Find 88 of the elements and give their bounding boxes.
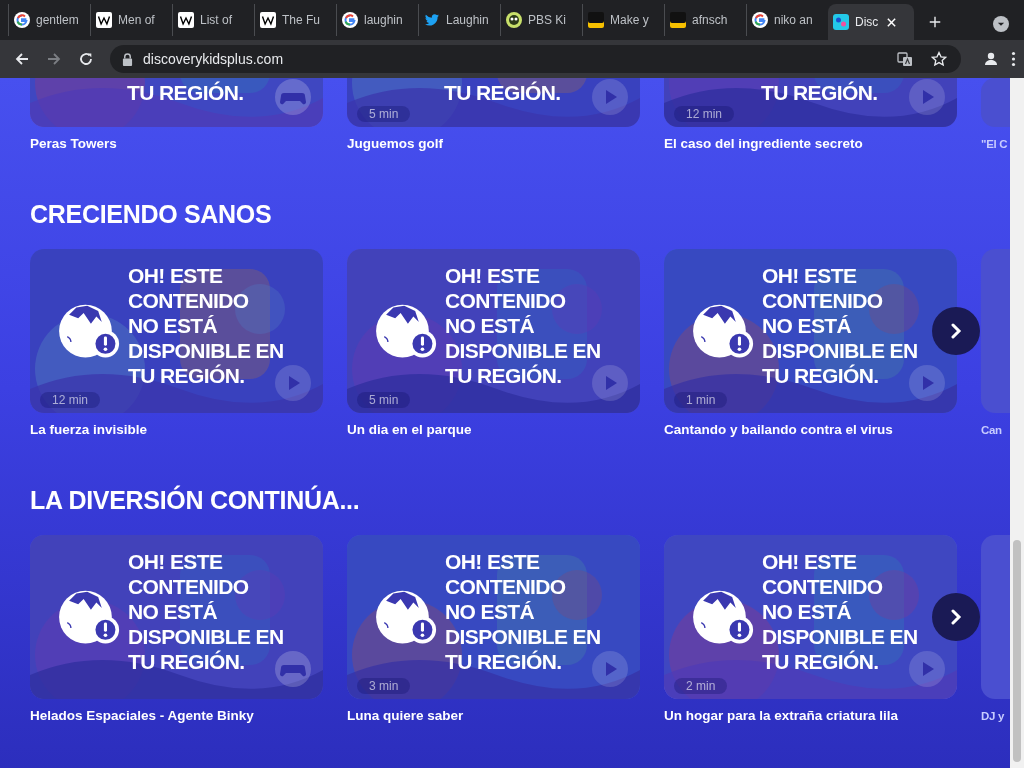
section-heading: CRECIENDO SANOS — [30, 199, 273, 229]
bird-icon — [424, 12, 440, 28]
section-heading: LA DIVERSIÓN CONTINÚA... — [30, 485, 361, 515]
unavailable-message: TU REGIÓN. — [127, 80, 244, 105]
browser-tab[interactable]: Men of — [90, 4, 170, 36]
translate-icon[interactable] — [897, 51, 913, 67]
unavailable-message: OH! ESTE CONTENIDO NO ESTÁ DISPONIBLE EN TU REGIÓN. — [445, 262, 601, 388]
video-card[interactable]: TU REGIÓN. — [30, 78, 323, 127]
reload-icon[interactable] — [78, 51, 94, 67]
pbs-icon — [506, 12, 522, 28]
video-title[interactable]: Juguemos golf — [347, 136, 640, 152]
unavailable-message: OH! ESTE CONTENIDO NO ESTÁ DISPONIBLE EN TU REGIÓN. — [128, 262, 284, 388]
video-card[interactable]: TU REGIÓN. 12 min — [664, 78, 957, 127]
next-button[interactable] — [932, 307, 980, 355]
browser-tab[interactable]: Make y — [582, 4, 662, 36]
video-title[interactable]: El caso del ingrediente secreto — [664, 136, 957, 152]
browser-tab[interactable]: PBS Ki — [500, 4, 580, 36]
play-icon[interactable] — [909, 365, 945, 401]
browser-tab[interactable]: niko an — [746, 4, 826, 36]
unavailable-message: TU REGIÓN. — [444, 80, 561, 105]
duration-label: 5 min — [357, 106, 411, 122]
video-title[interactable]: DJ y — [981, 708, 1010, 724]
video-title[interactable]: "El C — [981, 136, 1010, 152]
video-title[interactable]: Un hogar para la extraña criatura lila — [664, 708, 957, 724]
unavailable-message: OH! ESTE CONTENIDO NO ESTÁ DISPONIBLE EN TU REGIÓN. — [128, 548, 284, 674]
as-icon — [670, 12, 686, 28]
gamepad-icon[interactable] — [275, 79, 311, 115]
browser-tab[interactable]: laughin — [336, 4, 416, 36]
duration-label: 3 min — [357, 678, 411, 694]
wikipedia-icon — [260, 12, 276, 28]
play-icon[interactable] — [909, 79, 945, 115]
google-icon — [752, 12, 768, 28]
star-icon[interactable] — [931, 51, 947, 67]
forward-icon[interactable] — [46, 51, 62, 67]
google-icon — [14, 12, 30, 28]
back-icon[interactable] — [14, 51, 30, 67]
menu-icon[interactable] — [1011, 51, 1016, 67]
wikipedia-icon — [178, 12, 194, 28]
unavailable-message: TU REGIÓN. — [761, 80, 878, 105]
browser-tab[interactable]: Laughin — [418, 4, 498, 36]
duration-label: 12 min — [674, 106, 735, 122]
duration-label: 2 min — [674, 678, 728, 694]
video-title[interactable]: Cantando y bailando contra el virus — [664, 422, 957, 438]
video-title[interactable]: Can — [981, 422, 1010, 438]
scrollbar[interactable] — [1010, 78, 1024, 768]
gamepad-icon[interactable] — [275, 651, 311, 687]
browser-tab[interactable]: Disc — [828, 4, 914, 40]
unavailable-message: OH! ESTE CONTENIDO NO ESTÁ DISPONIBLE EN TU REGIÓN. — [762, 548, 918, 674]
new-tab-icon[interactable] — [928, 15, 942, 29]
close-icon[interactable] — [886, 16, 898, 28]
browser-tab[interactable]: List of — [172, 4, 252, 36]
video-card[interactable]: OH! ESTE CONTENIDO NO ESTÁ DISPONIBLE EN TU REGIÓN. 1 min — [664, 249, 957, 413]
scrollbar-thumb[interactable] — [1013, 540, 1021, 762]
video-title[interactable]: Helados Espaciales - Agente Binky — [30, 708, 323, 724]
video-title[interactable]: La fuerza invisible — [30, 422, 323, 438]
discovery-icon — [833, 14, 849, 30]
duration-label: 12 min — [40, 392, 101, 408]
video-card[interactable]: OH! ESTE CONTENIDO NO ESTÁ DISPONIBLE EN TU REGIÓN. — [30, 535, 323, 699]
address-bar[interactable]: discoverykidsplus.com — [110, 45, 961, 73]
play-icon[interactable] — [275, 365, 311, 401]
duration-label: 1 min — [674, 392, 728, 408]
tab-search-icon[interactable] — [993, 16, 1009, 32]
lock-icon — [122, 52, 133, 66]
video-card[interactable]: OH! ESTE CONTENIDO NO ESTÁ DISPONIBLE EN TU REGIÓN. 5 min — [347, 249, 640, 413]
video-title[interactable]: Un dia en el parque — [347, 422, 640, 438]
play-icon[interactable] — [592, 79, 628, 115]
video-card[interactable]: OH! ESTE CONTENIDO NO ESTÁ DISPONIBLE EN TU REGIÓN. 12 min — [30, 249, 323, 413]
profile-icon[interactable] — [983, 51, 999, 67]
unavailable-message: OH! ESTE CONTENIDO NO ESTÁ DISPONIBLE EN TU REGIÓN. — [762, 262, 918, 388]
browser-tab[interactable]: The Fu — [254, 4, 334, 36]
video-card[interactable]: TU REGIÓN. 5 min — [347, 78, 640, 127]
chevron-right-icon — [950, 609, 962, 625]
duration-label: 5 min — [357, 392, 411, 408]
browser-tab[interactable]: afnsch — [664, 4, 744, 36]
as-icon — [588, 12, 604, 28]
play-icon[interactable] — [592, 651, 628, 687]
browser-tab[interactable]: gentlem — [8, 4, 88, 36]
play-icon[interactable] — [909, 651, 945, 687]
play-icon[interactable] — [592, 365, 628, 401]
video-title[interactable]: Peras Towers — [30, 136, 323, 152]
chevron-right-icon — [950, 323, 962, 339]
next-button[interactable] — [932, 593, 980, 641]
google-icon — [342, 12, 358, 28]
unavailable-message: OH! ESTE CONTENIDO NO ESTÁ DISPONIBLE EN TU REGIÓN. — [445, 548, 601, 674]
video-card[interactable]: OH! ESTE CONTENIDO NO ESTÁ DISPONIBLE EN TU REGIÓN. 3 min — [347, 535, 640, 699]
video-card[interactable]: OH! ESTE CONTENIDO NO ESTÁ DISPONIBLE EN TU REGIÓN. 2 min — [664, 535, 957, 699]
video-title[interactable]: Luna quiere saber — [347, 708, 640, 724]
wikipedia-icon — [96, 12, 112, 28]
